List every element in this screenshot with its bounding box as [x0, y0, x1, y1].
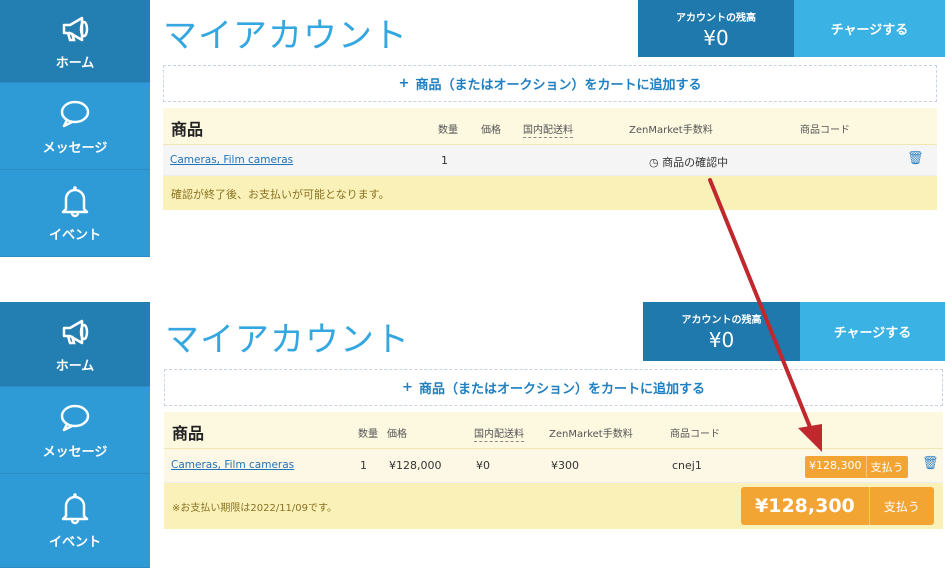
speech-bubble-icon: [60, 100, 90, 127]
bell-icon: [61, 493, 89, 525]
row-code: cnej1: [672, 459, 702, 472]
column-header-fee: ZenMarket手数料: [629, 125, 713, 136]
row-pay-label: 支払う: [865, 456, 908, 478]
column-header-code: 商品コード: [800, 125, 850, 136]
sidebar-item-home[interactable]: ホーム: [0, 0, 150, 83]
balance-label: アカウントの残高: [676, 13, 756, 24]
megaphone-icon: [62, 16, 89, 41]
sidebar: ホーム メッセージ イベント: [0, 302, 150, 568]
trash-icon[interactable]: 🗑: [922, 456, 939, 471]
sidebar: ホーム メッセージ イベント: [0, 0, 150, 257]
column-header-shipping[interactable]: 国内配送料: [474, 425, 524, 442]
account-balance: アカウントの残高 ¥0: [643, 302, 800, 361]
payment-note: 確認が終了後、お支払いが可能となります。: [163, 176, 937, 210]
table-row: Cameras, Film cameras 1 ◷ 商品の確認中 🗑: [163, 145, 937, 176]
product-link[interactable]: Cameras, Film cameras: [171, 459, 294, 471]
charge-button[interactable]: チャージする: [794, 0, 945, 57]
product-link[interactable]: Cameras, Film cameras: [170, 154, 293, 166]
add-to-cart-button[interactable]: + 商品（またはオークション）をカートに追加する: [164, 369, 943, 406]
total-pay-button[interactable]: ¥128,300 支払う: [741, 487, 934, 525]
sidebar-item-label: イベント: [48, 535, 101, 550]
table-row: Cameras, Film cameras 1 ¥128,000 ¥0 ¥300…: [164, 449, 943, 483]
sidebar-item-label: メッセージ: [42, 140, 108, 156]
sidebar-item-label: メッセージ: [42, 444, 108, 460]
total-pay-label: 支払う: [868, 487, 934, 525]
table-header: 商品 数量 価格 国内配送料 ZenMarket手数料 商品コード: [163, 108, 937, 145]
balance-label: アカウントの残高: [681, 315, 762, 326]
sidebar-item-messages[interactable]: メッセージ: [0, 83, 150, 170]
row-pay-amount: ¥128,300: [809, 459, 862, 472]
note-text: 確認が終了後、お支払いが可能となります。: [171, 188, 390, 201]
plus-icon: +: [402, 380, 413, 395]
column-header-qty: 数量: [358, 429, 378, 440]
add-to-cart-label: 商品（またはオークション）をカートに追加する: [415, 78, 702, 93]
row-pay-button[interactable]: ¥128,300 支払う: [805, 456, 908, 478]
column-header-product: 商品: [171, 120, 204, 139]
column-header-qty: 数量: [438, 125, 458, 136]
row-fee: ¥300: [551, 459, 579, 472]
cart-table: 商品 数量 価格 国内配送料 ZenMarket手数料 商品コード Camera…: [164, 412, 943, 529]
sidebar-item-label: ホーム: [55, 55, 95, 71]
table-header: 商品 数量 価格 国内配送料 ZenMarket手数料 商品コード: [164, 412, 943, 449]
status-text: 商品の確認中: [662, 156, 729, 169]
page-title: マイアカウント: [165, 320, 410, 360]
column-header-shipping[interactable]: 国内配送料: [523, 121, 573, 138]
plus-icon: +: [398, 76, 410, 91]
column-header-product: 商品: [172, 424, 205, 443]
add-to-cart-label: 商品（またはオークション）をカートに追加する: [418, 382, 705, 397]
sidebar-item-label: イベント: [48, 227, 101, 243]
account-balance: アカウントの残高 ¥0: [638, 0, 794, 57]
sidebar-item-messages[interactable]: メッセージ: [0, 387, 150, 474]
sidebar-item-events[interactable]: イベント: [0, 170, 150, 257]
column-header-price: 価格: [481, 125, 501, 136]
row-shipping: ¥0: [476, 459, 490, 472]
bell-icon: [61, 185, 89, 217]
sidebar-item-label: ホーム: [55, 358, 95, 374]
column-header-fee: ZenMarket手数料: [549, 429, 633, 440]
speech-bubble-icon: [60, 404, 90, 431]
balance-amount: ¥0: [703, 26, 729, 50]
row-qty: 1: [441, 154, 448, 167]
column-header-price: 価格: [387, 429, 407, 440]
megaphone-icon: [62, 319, 89, 344]
row-price: ¥128,000: [389, 459, 442, 472]
column-header-code: 商品コード: [670, 429, 720, 440]
bottom-panel: ホーム メッセージ イベント マイアカウント アカウントの残高 ¥0 チャージす…: [0, 302, 945, 568]
charge-button[interactable]: チャージする: [800, 302, 945, 361]
payment-note: ※お支払い期限は2022/11/09です。 ¥128,300 支払う: [164, 483, 943, 529]
note-text: ※お支払い期限は2022/11/09です。: [172, 503, 338, 514]
balance-amount: ¥0: [708, 328, 735, 352]
page-title: マイアカウント: [163, 16, 408, 56]
cart-table: 商品 数量 価格 国内配送料 ZenMarket手数料 商品コード Camera…: [163, 108, 937, 210]
total-amount: ¥128,300: [755, 495, 855, 517]
add-to-cart-button[interactable]: + 商品（またはオークション）をカートに追加する: [163, 65, 937, 102]
sidebar-item-home[interactable]: ホーム: [0, 302, 150, 387]
status-pending: ◷ 商品の確認中: [649, 154, 728, 170]
sidebar-item-events[interactable]: イベント: [0, 474, 150, 568]
top-panel: ホーム メッセージ イベント マイアカウント アカウントの残高 ¥0 チャージす…: [0, 0, 945, 260]
clock-icon: ◷: [649, 156, 659, 169]
row-qty: 1: [360, 459, 367, 472]
trash-icon[interactable]: 🗑: [907, 151, 924, 166]
